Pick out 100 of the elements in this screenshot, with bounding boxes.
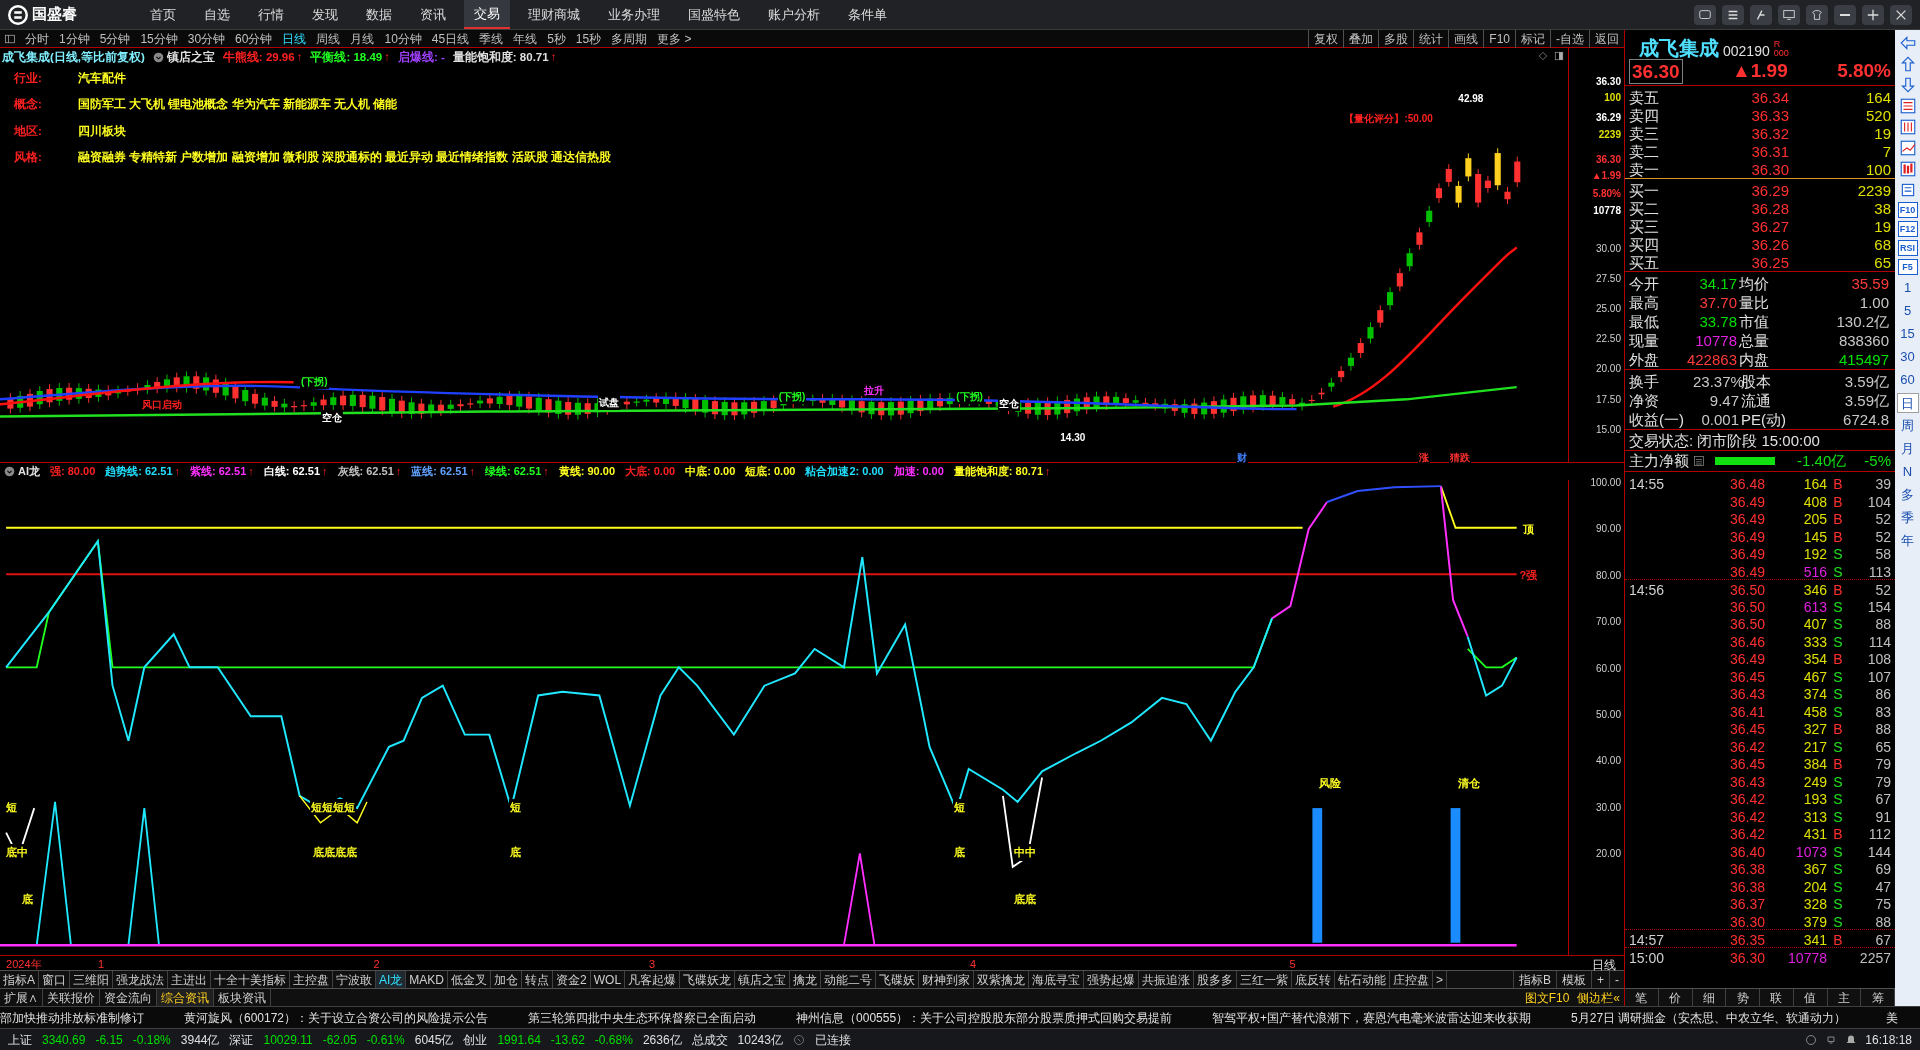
dropdown-icon[interactable]: [4, 466, 15, 477]
period-tab[interactable]: 15秒: [570, 29, 607, 48]
chart-annotation: 拉升: [863, 382, 886, 398]
news-headline[interactable]: 神州信息（000555）：关于公司控股股东部分股票质押式回购交易提前: [796, 1008, 1173, 1027]
menu-tab[interactable]: 发现: [302, 0, 348, 29]
chart-annotation: 试盘: [597, 394, 620, 410]
monitor-button[interactable]: [1778, 4, 1800, 25]
period-tab[interactable]: 年线: [508, 29, 543, 48]
bell-icon[interactable]: [1845, 1033, 1858, 1046]
period-tab[interactable]: 多周期: [606, 29, 653, 48]
order-level: 买五: [1629, 253, 1660, 273]
minimize-button[interactable]: [1834, 4, 1856, 25]
news-headline[interactable]: 5月27日 调研掘金（安杰思、中农立华、软通动力）: [1571, 1008, 1847, 1027]
sidebar-period[interactable]: 年: [1896, 531, 1919, 551]
diamond-icon[interactable]: [1538, 51, 1549, 61]
sidebar-period[interactable]: 30: [1896, 347, 1919, 367]
arrow-up-icon[interactable]: [1898, 55, 1917, 73]
menu-tab[interactable]: 条件单: [838, 0, 897, 29]
news-headline[interactable]: 部加快推动排放标准制修订: [0, 1008, 144, 1027]
news-headline[interactable]: 第三轮第四批中央生态环保督察已全面启动: [528, 1008, 757, 1027]
line-chart-icon[interactable]: [1898, 139, 1917, 157]
window-icon[interactable]: [1554, 51, 1565, 61]
menu-tab[interactable]: 业务办理: [598, 0, 670, 29]
menu-tab[interactable]: 自选: [194, 0, 240, 29]
sidebar-tool[interactable]: F5: [1897, 259, 1918, 275]
dropdown-icon[interactable]: [152, 52, 164, 64]
period-tab[interactable]: 月线: [345, 29, 380, 48]
menu-tab[interactable]: 首页: [140, 0, 186, 29]
period-tab[interactable]: 周线: [311, 29, 346, 48]
date-label: 4: [969, 957, 977, 972]
period-tab[interactable]: 10分钟: [379, 29, 427, 48]
toolbar-button[interactable]: 画线: [1448, 29, 1484, 48]
news-headline[interactable]: 黄河旋风（600172）：关于设立合资公司的风险提示公告: [184, 1008, 489, 1027]
period-tab[interactable]: 15分钟: [135, 29, 183, 48]
tick-count: 69: [1874, 860, 1891, 879]
signal-label: 底: [952, 844, 966, 861]
minimize-icon: [1840, 13, 1850, 16]
menu-tab[interactable]: 国盛特色: [678, 0, 750, 29]
indicator-value: 白线: 62.51: [263, 464, 320, 480]
sidebar-tool[interactable]: RSI: [1897, 240, 1918, 256]
period-tab[interactable]: 1分钟: [54, 29, 95, 48]
chat-button[interactable]: [1694, 4, 1716, 25]
sidebar-period[interactable]: 月: [1896, 439, 1919, 459]
sidebar-period[interactable]: 5: [1896, 301, 1919, 321]
period-tab[interactable]: 45日线: [426, 29, 475, 48]
period-tab[interactable]: 5分钟: [94, 29, 136, 48]
tick-side: S: [1832, 860, 1844, 879]
monitor-icon: [1782, 7, 1796, 22]
toolbar-button[interactable]: 多股: [1378, 29, 1414, 48]
toolbar-button[interactable]: -自选: [1550, 29, 1589, 48]
shirt-button[interactable]: [1806, 4, 1828, 25]
close-button[interactable]: [1890, 4, 1912, 25]
sidebar-period[interactable]: 季: [1896, 508, 1919, 528]
menu-tab[interactable]: 资讯: [410, 0, 456, 29]
arrow-left-icon[interactable]: [1898, 34, 1917, 52]
sidebar-period[interactable]: 1: [1896, 278, 1919, 298]
toolbar-button[interactable]: 标记: [1515, 29, 1550, 48]
indicator-tab[interactable]: AI龙: [376, 970, 407, 989]
sidebar-period[interactable]: 60: [1896, 370, 1919, 390]
news-headline[interactable]: 美: [1886, 1008, 1899, 1027]
indicator-value: 趋势线: 62.51: [105, 464, 173, 480]
period-tab[interactable]: 30分钟: [182, 29, 231, 48]
menu-tab[interactable]: 账户分析: [758, 0, 830, 29]
toolbar-button[interactable]: 复权: [1308, 29, 1344, 48]
news-headline[interactable]: 智驾平权+国产替代浪潮下，赛恩汽电毫米波雷达迎来收获期: [1212, 1008, 1532, 1027]
info-tab[interactable]: 综合资讯: [157, 988, 214, 1007]
panel-toggle[interactable]: 侧边栏«: [1573, 988, 1624, 1007]
sidebar-tool[interactable]: F12: [1897, 221, 1918, 237]
arrow-down-icon[interactable]: [1898, 76, 1917, 94]
menu-button[interactable]: [1722, 4, 1744, 25]
candlestick-icon[interactable]: [1898, 160, 1917, 178]
menu-tab[interactable]: 交易: [464, 0, 510, 29]
menu-tab[interactable]: 行情: [248, 0, 294, 29]
sidebar-period[interactable]: 多: [1896, 485, 1919, 505]
toolbar-button[interactable]: 叠加: [1343, 29, 1379, 48]
list-icon[interactable]: [1693, 455, 1705, 467]
toolbar-button[interactable]: F10: [1483, 29, 1515, 48]
period-tab[interactable]: 季线: [474, 29, 509, 48]
monitor-icon[interactable]: [1825, 1033, 1838, 1046]
axis-label: 15.00: [1595, 422, 1621, 437]
period-tab[interactable]: 60分钟: [230, 29, 278, 48]
panel-toggle-icon[interactable]: [4, 32, 16, 45]
sidebar-period[interactable]: 周: [1896, 416, 1919, 436]
sidebar-period[interactable]: 15: [1896, 324, 1919, 344]
sidebar-tool[interactable]: F10: [1897, 202, 1918, 218]
menu-tab[interactable]: 理财商城: [518, 0, 590, 29]
period-tab[interactable]: 5秒: [542, 29, 571, 48]
grid-icon[interactable]: [1898, 118, 1917, 136]
table-icon[interactable]: [1898, 97, 1917, 115]
toolbar-button[interactable]: 返回: [1589, 29, 1624, 48]
toolbar-button[interactable]: 统计: [1413, 29, 1449, 48]
period-tab[interactable]: 更多 >: [652, 29, 697, 48]
period-tab[interactable]: 分时: [20, 29, 54, 48]
globe-icon[interactable]: [1805, 1033, 1818, 1046]
sidebar-period[interactable]: 日: [1896, 393, 1919, 413]
menu-tab[interactable]: 数据: [356, 0, 402, 29]
panel-toggle[interactable]: 图文F10: [1520, 988, 1574, 1007]
axis-label: 50.00: [1595, 708, 1621, 722]
sidebar-period[interactable]: N: [1896, 462, 1919, 482]
period-tab[interactable]: 日线: [277, 29, 312, 48]
